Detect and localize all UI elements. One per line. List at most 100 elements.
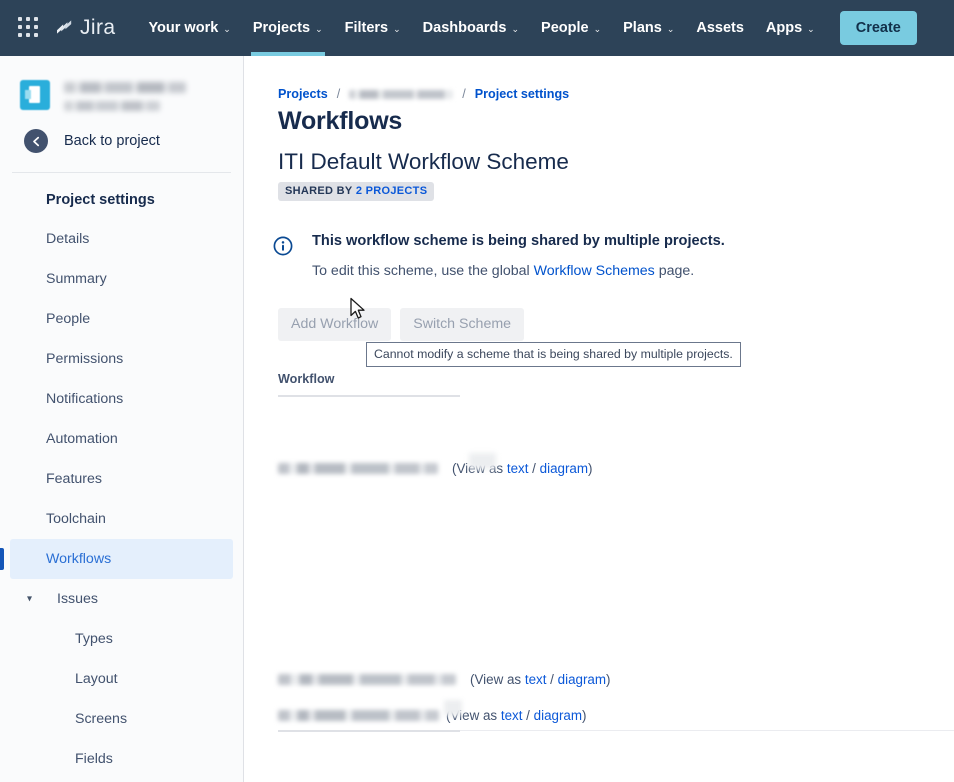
sidebar-item-automation[interactable]: Automation [10,419,233,459]
view-as-diagram-link[interactable]: diagram [540,461,588,476]
sidebar-item-people[interactable]: People [10,299,233,339]
closing-paren: ) [606,671,611,687]
sidebar-item-summary[interactable]: Summary [10,259,233,299]
scheme-title: ITI Default Workflow Scheme [278,149,569,174]
sidebar-item-types[interactable]: Types [10,619,233,659]
main-content: Projects / / Project settings Workflows … [245,56,954,782]
create-button[interactable]: Create [839,11,917,45]
project-sidebar: Back to project Project settings Details… [0,56,244,782]
sidebar-group-issues[interactable]: ▾ Issues [10,579,233,619]
table-border-segment [278,730,460,732]
back-to-project-label: Back to project [64,133,160,149]
notice-text-before: To edit this scheme, use the global [312,263,530,279]
sidebar-item-layout[interactable]: Layout [10,659,233,699]
nav-item-dashboards[interactable]: Dashboards ⌄ [412,0,530,56]
workflow-name-redacted[interactable] [278,673,456,685]
nav-item-projects[interactable]: Projects ⌄ [242,0,334,56]
jira-logo-icon [54,18,74,38]
disabled-action-tooltip: Cannot modify a scheme that is being sha… [366,342,741,367]
view-as-text-link[interactable]: text [507,461,529,476]
table-row: (View as text / diagram) [278,458,593,478]
grid-apps-icon[interactable] [18,17,40,39]
nav-item-plans[interactable]: Plans ⌄ [612,0,685,56]
sidebar-item-workflows[interactable]: Workflows [0,539,233,579]
sidebar-item-label: Toolchain [46,511,106,527]
table-row: (View as text / diagram) [278,705,587,725]
workflow-name-redacted[interactable] [278,462,438,474]
view-as-links: (View as text / diagram) [446,708,587,723]
notice-description: To edit this scheme, use the global Work… [312,263,725,279]
sidebar-item-screens[interactable]: Screens [10,699,233,739]
breadcrumb-separator: / [462,87,466,101]
nav-item-apps[interactable]: Apps ⌄ [755,0,826,56]
badge-row: SHARED BY 2 PROJECTS [245,175,954,201]
closing-paren: ) [588,460,593,476]
nav-item-label: Projects [252,20,311,36]
nav-item-label: Assets [696,20,744,36]
chevron-down-icon: ⌄ [393,23,401,34]
sidebar-item-label: Summary [46,271,107,287]
sidebar-item-label: Permissions [46,351,124,367]
sidebar-item-label: Notifications [46,391,124,407]
link-separator: / [532,460,536,476]
sidebar-item-details[interactable]: Details [10,219,233,259]
view-as-text-link[interactable]: text [525,672,547,687]
nav-item-label: Plans [623,20,662,36]
nav-item-people[interactable]: People ⌄ [530,0,612,56]
workflow-column-header: Workflow [278,372,460,397]
project-name-redacted [64,82,186,93]
nav-item-assets[interactable]: Assets [685,0,755,56]
sidebar-item-toolchain[interactable]: Toolchain [10,499,233,539]
nav-item-label: Filters [344,20,389,36]
sidebar-item-label: Layout [75,671,118,687]
view-as-diagram-link[interactable]: diagram [534,708,582,723]
chevron-down-icon: ⌄ [807,23,815,34]
sidebar-item-features[interactable]: Features [10,459,233,499]
workflow-schemes-link[interactable]: Workflow Schemes [534,263,655,279]
workflow-name-redacted[interactable] [278,709,439,721]
view-as-diagram-link[interactable]: diagram [558,672,606,687]
view-as-text-link[interactable]: text [501,708,523,723]
breadcrumb-projects[interactable]: Projects [278,87,328,101]
breadcrumb-project-redacted[interactable] [349,89,454,99]
sidebar-nav-list: Project settings Details Summary People … [0,173,243,779]
nav-item-your-work[interactable]: Your work ⌄ [137,0,241,56]
nav-item-filters[interactable]: Filters ⌄ [334,0,412,56]
chevron-down-icon: ⌄ [223,23,231,34]
notice-text-after: page. [658,263,695,279]
chevron-down-icon: ⌄ [593,23,602,34]
breadcrumb-separator: / [336,87,341,101]
chevron-down-icon: ⌄ [666,23,675,34]
sidebar-item-permissions[interactable]: Permissions [10,339,233,379]
sidebar-item-label: Fields [75,751,113,767]
badge-prefix: SHARED BY [285,185,353,197]
page-title: Workflows [278,107,403,135]
back-to-project-link[interactable]: Back to project [0,111,243,153]
redaction-overlay [444,700,462,716]
closing-paren: ) [582,707,587,723]
notice-title: This workflow scheme is being shared by … [312,233,725,249]
top-navigation-bar: Jira Your work ⌄ Projects ⌄ Filters ⌄ Da… [0,0,954,56]
nav-item-label: Apps [765,20,803,36]
badge-projects-link[interactable]: 2 PROJECTS [356,185,427,197]
project-identity [64,80,186,111]
add-workflow-button[interactable]: Add Workflow [278,308,392,341]
project-avatar [20,80,50,110]
sidebar-item-notifications[interactable]: Notifications [10,379,233,419]
sidebar-item-fields[interactable]: Fields [10,739,233,779]
link-separator: / [550,671,554,687]
switch-scheme-button[interactable]: Switch Scheme [400,308,525,341]
sidebar-item-label: Issues [57,591,99,607]
table-bottom-border [278,730,954,732]
chevron-down-icon: ▾ [27,593,33,605]
breadcrumb-project-settings[interactable]: Project settings [475,87,569,101]
project-header[interactable] [0,56,243,111]
jira-home-link[interactable]: Jira [54,16,115,40]
workflow-table: Workflow (View as text / diagram) (View … [278,372,954,732]
table-row: (View as text / diagram) [278,669,611,689]
nav-item-label: People [541,20,589,36]
shared-by-badge: SHARED BY 2 PROJECTS [278,182,435,201]
view-as-links: (View as text / diagram) [470,672,611,687]
sidebar-item-label: Types [75,631,113,647]
sidebar-item-label: Screens [75,711,128,727]
